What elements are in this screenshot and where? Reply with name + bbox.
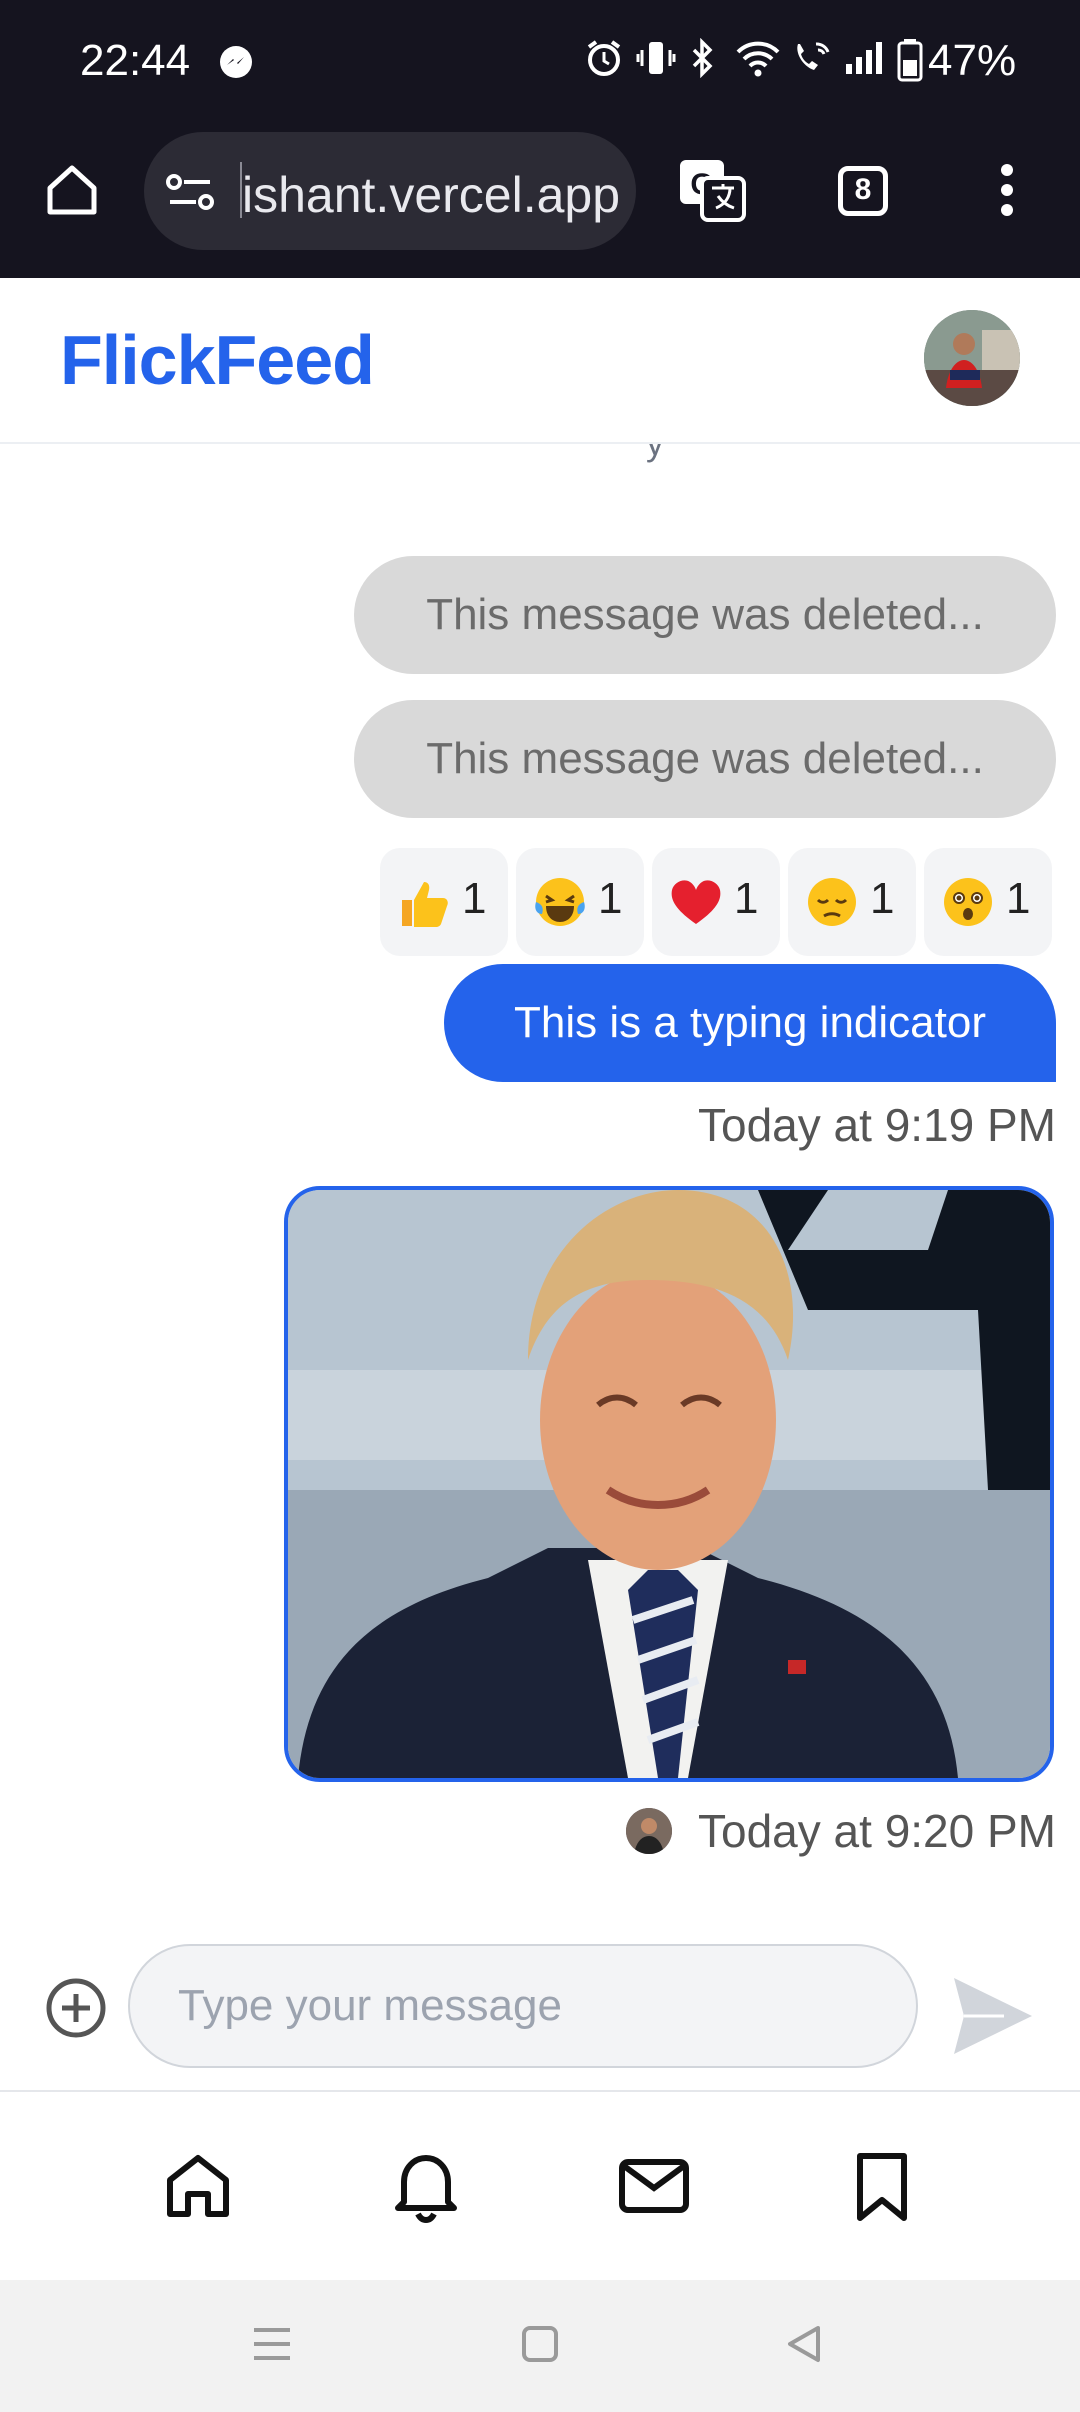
astonished-face-icon (944, 878, 992, 926)
home-button-icon[interactable] (520, 2324, 560, 2364)
reaction-count: 1 (598, 874, 623, 923)
battery-percent: 47% (928, 36, 1017, 85)
wifi-icon (736, 41, 780, 77)
reaction-thumbs-up[interactable]: 1 (380, 848, 508, 956)
laughing-tears-icon (535, 878, 585, 926)
reaction-count: 1 (734, 874, 759, 923)
bluetooth-icon (692, 38, 713, 78)
browser-toolbar: ishant.vercel.app G 8 (0, 124, 1080, 278)
sent-message[interactable]: This is a typing indicator (444, 964, 1056, 1082)
mail-icon[interactable] (616, 2148, 692, 2224)
wifi-call-icon (797, 42, 830, 70)
site-settings-icon[interactable] (166, 172, 216, 212)
bell-icon[interactable] (388, 2148, 464, 2224)
tab-count: 8 (854, 173, 872, 206)
chat-thread[interactable]: y This message was deleted... This messa… (0, 444, 1080, 1914)
bottom-navigation (0, 2092, 1080, 2280)
reaction-astonished[interactable]: 1 (924, 848, 1052, 956)
vibrate-icon (636, 42, 676, 74)
back-icon[interactable] (784, 2324, 824, 2364)
reaction-pensive[interactable]: 1 (788, 848, 916, 956)
message-composer (0, 1914, 1080, 2092)
messenger-icon (220, 46, 252, 78)
message-photo (288, 1190, 1050, 1778)
url-text[interactable]: ishant.vercel.app (242, 166, 620, 224)
message-input[interactable] (128, 1944, 918, 2068)
receipt-avatar-photo (626, 1808, 672, 1854)
system-navigation-bar (0, 2280, 1080, 2412)
thumbs-up-icon (402, 882, 448, 927)
home-icon[interactable] (160, 2148, 236, 2224)
message-timestamp: Today at 9:20 PM (698, 1805, 1056, 1857)
profile-avatar[interactable] (924, 310, 1020, 406)
avatar-photo (924, 310, 1020, 406)
reaction-laughing[interactable]: 1 (516, 848, 644, 956)
red-heart-icon (671, 880, 721, 924)
pensive-face-icon (808, 878, 856, 926)
deleted-message[interactable]: This message was deleted... (354, 700, 1056, 818)
message-timestamp: Today at 9:19 PM (698, 1099, 1056, 1151)
deleted-message[interactable]: This message was deleted... (354, 556, 1056, 674)
translate-icon[interactable]: G (676, 156, 748, 224)
tabs-button[interactable]: 8 (838, 166, 888, 216)
attach-plus-icon[interactable] (44, 1976, 108, 2040)
home-icon[interactable] (42, 160, 102, 220)
recent-apps-icon[interactable] (252, 2324, 292, 2364)
app-header: FlickFeed (0, 278, 1080, 444)
reaction-count: 1 (870, 874, 895, 923)
reaction-count: 1 (1006, 874, 1031, 923)
bookmark-icon[interactable] (844, 2148, 920, 2224)
image-message[interactable] (284, 1186, 1054, 1782)
battery-icon (897, 39, 923, 82)
clock: 22:44 (80, 36, 191, 85)
more-menu-icon[interactable] (990, 160, 1024, 220)
reaction-count: 1 (462, 874, 487, 923)
cut-off-text: y (646, 444, 664, 464)
address-bar[interactable]: ishant.vercel.app (144, 132, 636, 250)
reaction-heart[interactable]: 1 (652, 848, 780, 956)
alarm-icon (587, 40, 621, 76)
signal-icon (846, 42, 882, 74)
read-receipt-avatar (626, 1808, 672, 1854)
app-logo[interactable]: FlickFeed (60, 320, 375, 400)
send-icon[interactable] (950, 1974, 1036, 2058)
status-bar: 22:44 47% (0, 0, 1080, 124)
